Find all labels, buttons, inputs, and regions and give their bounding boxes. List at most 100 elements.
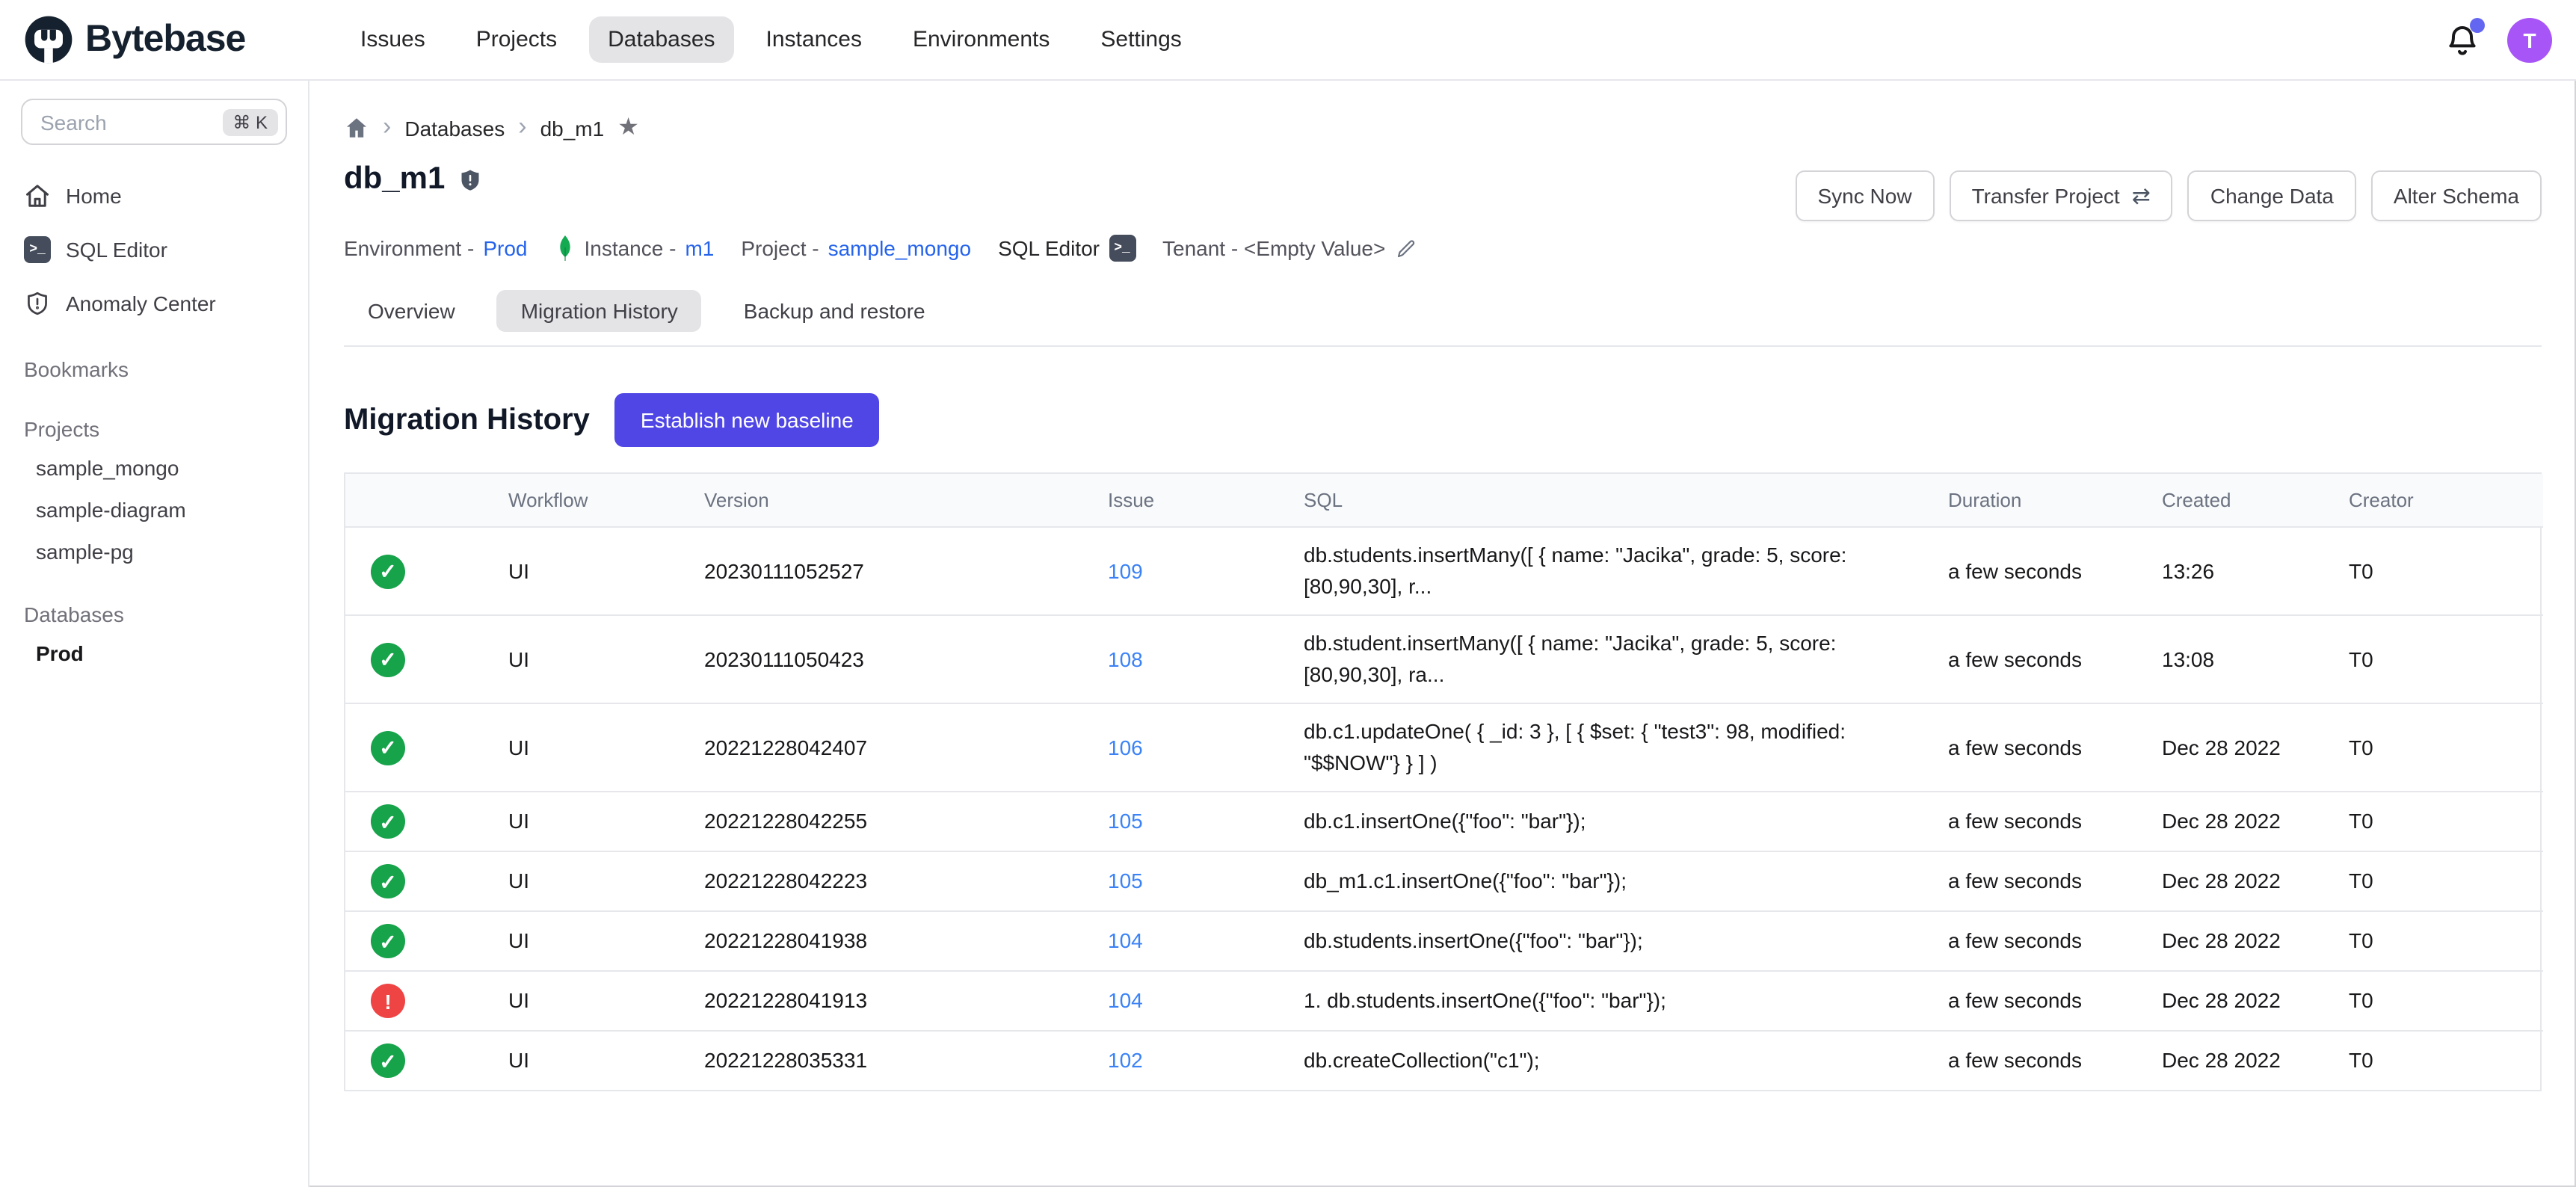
transfer-project-button[interactable]: Transfer Project⇄ (1950, 170, 2173, 221)
home-icon (24, 182, 51, 209)
workflow-cell: UI (508, 527, 704, 615)
table-row[interactable]: ✓ UI 20221228042255 105 db.c1.insertOne(… (345, 792, 2543, 851)
tab-migration-history[interactable]: Migration History (497, 290, 702, 332)
top-nav-projects[interactable]: Projects (457, 16, 576, 63)
created-cell: Dec 28 2022 (2162, 971, 2349, 1031)
sidebar-section-bookmarks: Bookmarks (21, 351, 287, 387)
column-header: SQL (1304, 474, 1948, 527)
issue-link[interactable]: 102 (1108, 1048, 1143, 1072)
edit-pencil-icon[interactable] (1394, 237, 1417, 259)
project-link[interactable]: sample_mongo (828, 236, 971, 260)
top-right: T (2444, 17, 2552, 62)
terminal-icon: >_ (1109, 235, 1136, 262)
table-row[interactable]: ✓ UI 20230111050423 108 db.student.inser… (345, 615, 2543, 703)
status-success-icon: ✓ (371, 864, 405, 898)
column-header: Workflow (508, 474, 704, 527)
notification-dot (2470, 17, 2485, 32)
creator-cell: T0 (2349, 971, 2543, 1031)
breadcrumb-home-icon[interactable] (344, 115, 369, 141)
creator-cell: T0 (2349, 615, 2543, 703)
status-error-icon: ! (371, 984, 405, 1018)
sql-cell: 1. db.students.insertOne({"foo": "bar"})… (1304, 971, 1948, 1031)
table-row[interactable]: ✓ UI 20221228035331 102 db.createCollect… (345, 1031, 2543, 1090)
sidebar-item-label: Home (66, 184, 122, 208)
table-header-row: WorkflowVersionIssueSQLDurationCreatedCr… (345, 474, 2543, 527)
column-header: Creator (2349, 474, 2543, 527)
meta-environment: Environment - Prod (344, 236, 527, 260)
issue-link[interactable]: 109 (1108, 558, 1143, 582)
notifications-bell-icon[interactable] (2444, 22, 2480, 58)
issue-link[interactable]: 105 (1108, 809, 1143, 833)
creator-cell: T0 (2349, 792, 2543, 851)
sidebar-item-anomaly-center[interactable]: Anomaly Center (21, 280, 287, 327)
creator-cell: T0 (2349, 703, 2543, 792)
instance-link[interactable]: m1 (685, 236, 714, 260)
workflow-cell: UI (508, 1031, 704, 1090)
top-nav-environments[interactable]: Environments (893, 16, 1069, 63)
tab-overview[interactable]: Overview (344, 290, 479, 332)
duration-cell: a few seconds (1948, 792, 2162, 851)
sidebar-item-sample-pg[interactable]: sample-pg (21, 531, 287, 573)
version-cell: 20221228041913 (704, 971, 1108, 1031)
issue-link[interactable]: 106 (1108, 735, 1143, 759)
top-bar: Bytebase Issues Projects Databases Instance… (0, 0, 2576, 81)
table-row[interactable]: ✓ UI 20221228042407 106 db.c1.updateOne(… (345, 703, 2543, 792)
creator-cell: T0 (2349, 527, 2543, 615)
version-cell: 20221228041938 (704, 911, 1108, 971)
sql-cell: db.c1.insertOne({"foo": "bar"}); (1304, 792, 1948, 851)
breadcrumb-databases[interactable]: Databases (404, 116, 505, 140)
top-nav-settings[interactable]: Settings (1081, 16, 1201, 63)
environment-link[interactable]: Prod (483, 236, 527, 260)
version-cell: 20230111052527 (704, 527, 1108, 615)
establish-baseline-button[interactable]: Establish new baseline (615, 393, 879, 447)
user-avatar[interactable]: T (2507, 17, 2552, 62)
issue-link[interactable]: 104 (1108, 928, 1143, 952)
duration-cell: a few seconds (1948, 527, 2162, 615)
sql-cell: db.students.insertOne({"foo": "bar"}); (1304, 911, 1948, 971)
title-row: db_m1 Sync Now Transfer Project⇄ Change Da… (344, 161, 2542, 221)
search-input[interactable] (37, 108, 213, 135)
version-cell: 20221228035331 (704, 1031, 1108, 1090)
status-success-icon: ✓ (371, 924, 405, 958)
sidebar-sections: Bookmarks Projects sample_mongosample-di… (21, 351, 287, 674)
sidebar-item-sample-diagram[interactable]: sample-diagram (21, 489, 287, 531)
sidebar-item-sql-editor[interactable]: >_ SQL Editor (21, 226, 287, 274)
sidebar-item-prod[interactable]: Prod (21, 632, 287, 674)
created-cell: Dec 28 2022 (2162, 792, 2349, 851)
breadcrumb: › Databases › db_m1 ★ (344, 115, 2542, 141)
version-cell: 20230111050423 (704, 615, 1108, 703)
status-success-icon: ✓ (371, 554, 405, 588)
bytebase-logo[interactable]: Bytebase (24, 15, 311, 64)
brand-name: Bytebase (85, 18, 245, 61)
meta-instance: Instance - m1 (554, 235, 714, 262)
top-nav-databases[interactable]: Databases (588, 16, 734, 63)
table-row[interactable]: ! UI 20221228041913 104 1. db.students.i… (345, 971, 2543, 1031)
top-nav-issues[interactable]: Issues (341, 16, 445, 63)
sql-cell: db.students.insertMany([ { name: "Jacika… (1304, 527, 1948, 615)
created-cell: Dec 28 2022 (2162, 703, 2349, 792)
page-title: db_m1 (344, 161, 445, 197)
meta-tenant: Tenant - <Empty Value> (1162, 236, 1417, 260)
alter-schema-button[interactable]: Alter Schema (2371, 170, 2542, 221)
creator-cell: T0 (2349, 1031, 2543, 1090)
sidebar-item-sample-mongo[interactable]: sample_mongo (21, 447, 287, 489)
table-row[interactable]: ✓ UI 20230111052527 109 db.students.inse… (345, 527, 2543, 615)
issue-link[interactable]: 104 (1108, 988, 1143, 1012)
sidebar-item-home[interactable]: Home (21, 172, 287, 220)
issue-link[interactable]: 108 (1108, 647, 1143, 670)
change-data-button[interactable]: Change Data (2188, 170, 2356, 221)
duration-cell: a few seconds (1948, 911, 2162, 971)
table-row[interactable]: ✓ UI 20221228041938 104 db.students.inse… (345, 911, 2543, 971)
sync-now-button[interactable]: Sync Now (1796, 170, 1935, 221)
table-row[interactable]: ✓ UI 20221228042223 105 db_m1.c1.insertO… (345, 851, 2543, 911)
bookmark-star-icon[interactable]: ★ (617, 116, 639, 140)
created-cell: Dec 28 2022 (2162, 851, 2349, 911)
top-nav-instances[interactable]: Instances (747, 16, 881, 63)
meta-sql-editor[interactable]: SQL Editor >_ (998, 235, 1136, 262)
migration-history-heading: Migration History (344, 403, 590, 437)
created-cell: 13:26 (2162, 527, 2349, 615)
transfer-arrows-icon: ⇄ (2132, 182, 2151, 209)
tab-backup-and-restore[interactable]: Backup and restore (720, 290, 949, 332)
issue-link[interactable]: 105 (1108, 869, 1143, 892)
protected-shield-icon (457, 167, 482, 192)
